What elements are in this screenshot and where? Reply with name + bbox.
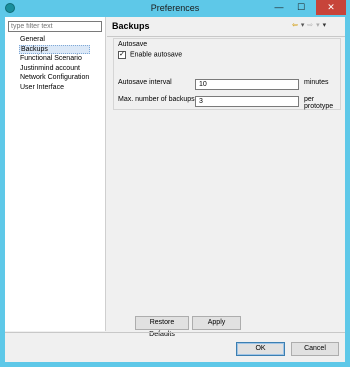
forward-history-dropdown-icon[interactable]: ▾ xyxy=(316,21,320,29)
tree-item-functional-scenario[interactable]: Functional Scenario xyxy=(19,54,90,64)
autosave-interval-unit: minutes xyxy=(304,79,329,86)
autosave-interval-label: Autosave interval xyxy=(118,79,172,86)
page-title: Backups xyxy=(112,21,150,31)
arrow-right-icon[interactable]: ⇨ xyxy=(307,21,313,29)
filter-input[interactable] xyxy=(8,21,102,32)
enable-autosave-label[interactable]: Enable autosave xyxy=(130,52,182,59)
tree-item-justinmind-account[interactable]: Justinmind account xyxy=(19,64,90,74)
apply-button[interactable]: Apply xyxy=(192,316,241,330)
preferences-window: Preferences — ☐ ✕ General Backups Functi… xyxy=(0,0,350,367)
minimize-button[interactable]: — xyxy=(268,0,290,15)
close-button[interactable]: ✕ xyxy=(316,0,346,15)
header-divider xyxy=(107,36,345,37)
max-backups-label: Max. number of backups xyxy=(118,96,195,103)
back-history-dropdown-icon[interactable]: ▾ xyxy=(301,21,305,29)
autosave-group-title: Autosave xyxy=(118,41,148,48)
preference-tree: General Backups Functional Scenario Just… xyxy=(19,35,91,93)
title-bar[interactable]: Preferences — ☐ ✕ xyxy=(0,0,350,17)
ok-button[interactable]: OK xyxy=(236,342,285,356)
chevron-down-icon[interactable]: ▾ xyxy=(323,21,327,29)
tree-item-network-configuration[interactable]: Network Configuration xyxy=(19,73,90,83)
autosave-interval-input[interactable]: 10 xyxy=(195,79,299,90)
maximize-button[interactable]: ☐ xyxy=(290,0,312,15)
preference-page: Backups ⇦ ▾ ⇨ ▾ ▾ Autosave ✓ Enable auto… xyxy=(107,17,345,331)
tree-item-backups[interactable]: Backups xyxy=(19,44,91,54)
max-backups-unit: per prototype xyxy=(304,96,334,110)
enable-autosave-row[interactable]: ✓ Enable autosave xyxy=(118,51,182,59)
autosave-group: Autosave ✓ Enable autosave Autosave inte… xyxy=(113,38,341,110)
arrow-left-icon[interactable]: ⇦ xyxy=(292,21,298,29)
page-navigation: ⇦ ▾ ⇨ ▾ ▾ xyxy=(292,21,327,31)
footer-divider xyxy=(5,332,345,333)
dialog-client-area: General Backups Functional Scenario Just… xyxy=(5,17,345,362)
preference-tree-pane: General Backups Functional Scenario Just… xyxy=(5,17,106,331)
enable-autosave-checkbox[interactable]: ✓ xyxy=(118,51,126,59)
tree-item-user-interface[interactable]: User Interface xyxy=(19,83,90,93)
cancel-button[interactable]: Cancel xyxy=(291,342,339,356)
restore-defaults-button[interactable]: Restore Defaults xyxy=(135,316,189,338)
tree-item-general[interactable]: General xyxy=(19,35,90,45)
page-header: Backups ⇦ ▾ ⇨ ▾ ▾ xyxy=(107,17,345,36)
max-backups-input[interactable]: 3 xyxy=(195,96,299,107)
